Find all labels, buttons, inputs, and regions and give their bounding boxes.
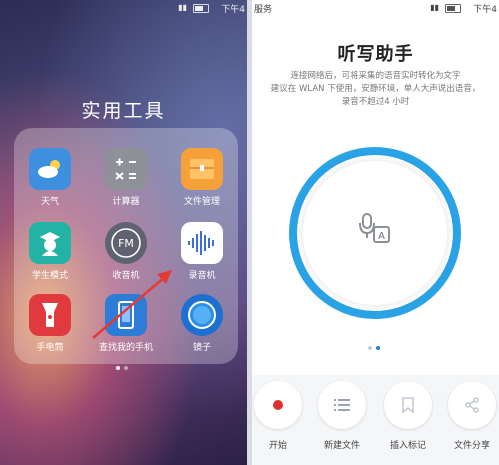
new-file-button[interactable]: 新建文件 [312,381,372,451]
status-bar: 服务 ▮▮ 下午4 [252,0,499,16]
start-button[interactable]: 开始 [252,381,308,451]
page-indicator [366,335,382,354]
dictation-assistant-screen: 服务 ▮▮ 下午4 听写助手 连接网络后，可将采集的语音实时转化为文字 建议在 … [252,0,499,465]
share-icon [448,381,496,429]
svg-text:A: A [378,231,385,242]
status-time: 下午4 [473,5,497,15]
status-service: 服务 [254,5,273,15]
recording-ring[interactable]: A [289,147,461,319]
bookmark-icon [384,381,432,429]
red-arrow-annotation [92,270,172,339]
bottom-toolbar: 开始 新建文件 插入标记 文件分享 [252,375,499,465]
usage-description: 连接网络后，可将采集的语音实时转化为文字 建议在 WLAN 下使用，安静环境，单… [270,71,481,107]
home-screen-folder: ▮▮ 下午4 实用工具 天气 计算器 文件管理 学生模式 FM 收音机 录音机 … [0,0,247,465]
page-title: 听写助手 [337,44,414,65]
voice-to-text-icon: A [359,213,390,243]
insert-mark-button[interactable]: 插入标记 [378,381,438,451]
signal-icon: ▮▮ [430,3,439,12]
record-dot-icon [254,381,302,429]
battery-icon [445,4,461,13]
list-icon [318,381,366,429]
share-file-button[interactable]: 文件分享 [442,381,499,451]
